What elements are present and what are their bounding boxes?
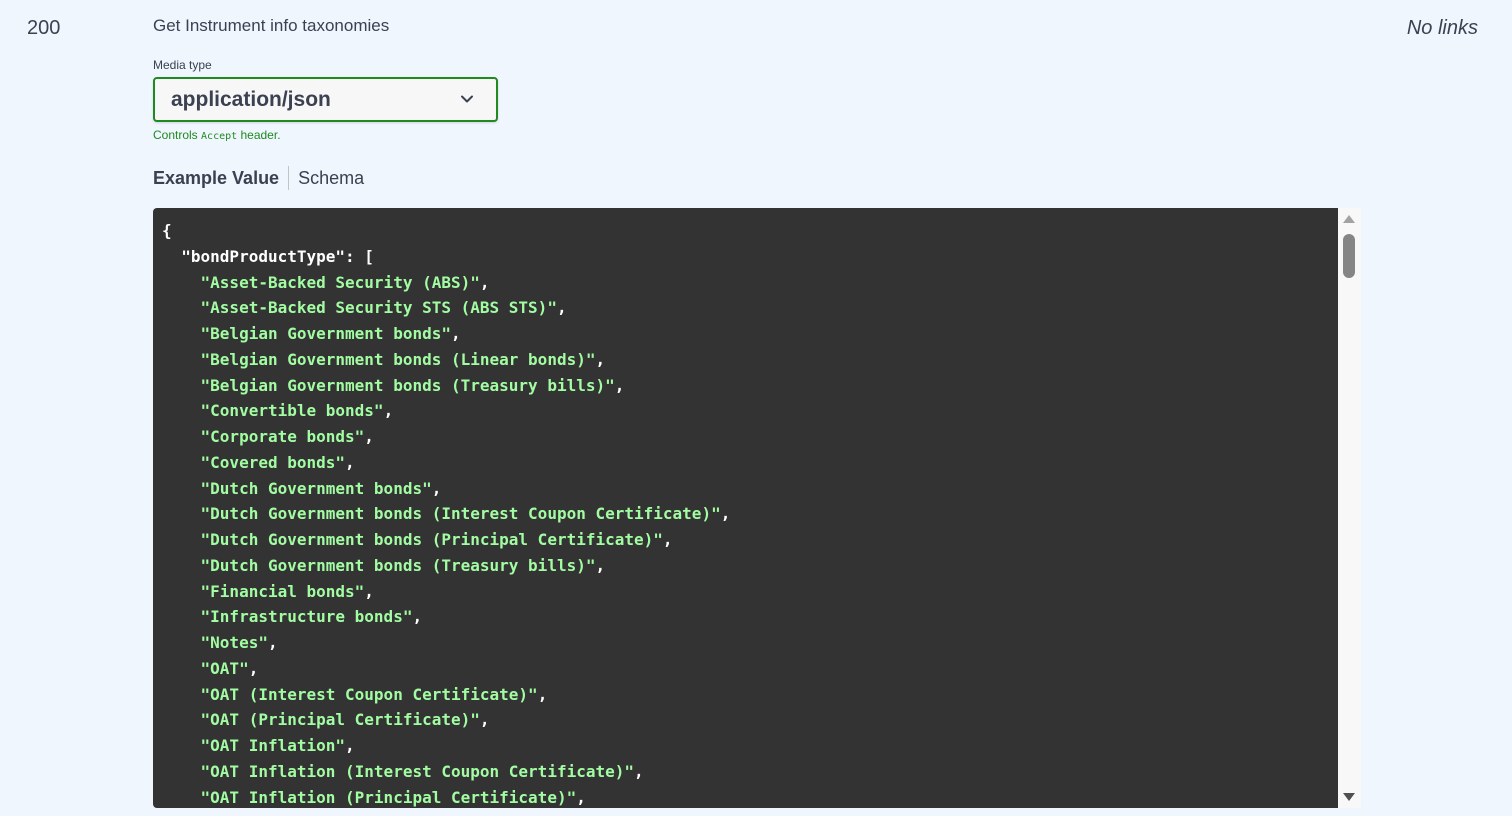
code-key-line: "bondProductType": [ — [162, 244, 1338, 270]
code-comma: , — [364, 427, 374, 446]
code-array-item: "Belgian Government bonds (Linear bonds)… — [162, 347, 1338, 373]
code-array-item: "OAT", — [162, 656, 1338, 682]
code-string-value: "Dutch Government bonds (Interest Coupon… — [200, 504, 721, 524]
code-string-value: "Dutch Government bonds (Treasury bills)… — [200, 555, 596, 575]
code-array-item: "OAT (Principal Certificate)", — [162, 707, 1338, 733]
response-links: No links — [1406, 17, 1478, 39]
code-string-value: "Asset-Backed Security (ABS)" — [200, 272, 480, 292]
code-array-item: "Belgian Government bonds", — [162, 321, 1338, 347]
code-comma: , — [383, 401, 394, 421]
code-array-item: "Dutch Government bonds (Interest Coupon… — [162, 501, 1338, 527]
code-array-item: "Asset-Backed Security (ABS)", — [162, 270, 1338, 296]
code-comma: , — [267, 633, 278, 652]
code-string-value: "Belgian Government bonds (Treasury bill… — [200, 375, 615, 395]
code-string-value: "Covered bonds" — [200, 452, 346, 472]
code-comma: , — [345, 452, 355, 472]
code-comma: , — [537, 684, 548, 704]
code-array-item: "Belgian Government bonds (Treasury bill… — [162, 373, 1338, 399]
code-comma: , — [431, 478, 442, 498]
code-string-value: "Notes" — [200, 633, 268, 652]
example-code-block[interactable]: { "bondProductType": [ "Asset-Backed Sec… — [153, 208, 1338, 808]
code-comma: , — [479, 710, 490, 730]
code-scrollbar[interactable] — [1338, 208, 1361, 808]
example-json-text: { "bondProductType": [ "Asset-Backed Sec… — [153, 208, 1338, 808]
code-comma: , — [556, 298, 567, 318]
media-type-select[interactable]: application/json — [153, 77, 498, 122]
code-array-item: "Asset-Backed Security STS (ABS STS)", — [162, 295, 1338, 321]
code-array-item: "OAT Inflation (Principal Certificate)", — [162, 785, 1338, 809]
media-type-label: Media type — [153, 58, 212, 72]
code-key-suffix: : [ — [345, 246, 374, 266]
code-array-item: "Corporate bonds", — [162, 424, 1338, 450]
scroll-down-arrow-icon[interactable] — [1343, 793, 1355, 801]
code-comma: , — [595, 555, 606, 575]
code-comma: , — [412, 607, 423, 627]
code-comma: , — [364, 581, 374, 601]
code-comma: , — [595, 349, 606, 369]
code-string-value: "Dutch Government bonds" — [200, 478, 432, 498]
scroll-up-arrow-icon[interactable] — [1343, 215, 1355, 223]
code-string-value: "OAT Inflation" — [200, 736, 346, 755]
code-string-value: "Financial bonds" — [200, 581, 365, 601]
code-array-item: "OAT Inflation (Interest Coupon Certific… — [162, 759, 1338, 785]
code-string-value: "Corporate bonds" — [200, 427, 365, 446]
code-comma: , — [479, 272, 490, 292]
media-type-value: application/json — [171, 88, 331, 111]
code-array-item: "Convertible bonds", — [162, 398, 1338, 424]
code-string-value: "Dutch Government bonds (Principal Certi… — [200, 530, 663, 549]
tab-example-value[interactable]: Example Value — [153, 168, 288, 189]
code-comma: , — [662, 530, 673, 549]
scrollbar-thumb[interactable] — [1343, 234, 1355, 278]
media-type-note: Controls Accept header. — [153, 128, 281, 142]
code-array-item: "Covered bonds", — [162, 450, 1338, 476]
response-status-code: 200 — [27, 17, 61, 39]
code-comma: , — [450, 324, 461, 343]
code-string-value: "OAT (Interest Coupon Certificate)" — [200, 684, 538, 704]
accept-header-code: Accept — [201, 131, 238, 142]
code-array-item: "OAT Inflation", — [162, 733, 1338, 759]
chevron-down-icon — [461, 95, 473, 103]
code-array-item: "Dutch Government bonds", — [162, 476, 1338, 502]
code-array-item: "Dutch Government bonds (Principal Certi… — [162, 527, 1338, 553]
code-array-item: "Financial bonds", — [162, 579, 1338, 605]
code-array-item: "Infrastructure bonds", — [162, 604, 1338, 630]
code-string-value: "Infrastructure bonds" — [200, 607, 413, 627]
code-array-item: "Dutch Government bonds (Treasury bills)… — [162, 553, 1338, 579]
code-open-brace: { — [162, 221, 172, 240]
example-tabs: Example Value Schema — [153, 165, 364, 191]
code-comma: , — [634, 761, 644, 781]
code-comma: , — [345, 736, 355, 755]
code-comma: , — [248, 658, 259, 678]
response-description: Get Instrument info taxonomies — [153, 16, 390, 35]
code-comma: , — [720, 504, 731, 524]
code-string-value: "Belgian Government bonds (Linear bonds)… — [200, 349, 596, 369]
code-string-value: "OAT Inflation (Interest Coupon Certific… — [200, 761, 635, 781]
code-array-item: "OAT (Interest Coupon Certificate)", — [162, 682, 1338, 708]
code-comma: , — [614, 375, 625, 395]
code-array-item: "Notes", — [162, 630, 1338, 656]
code-string-value: "Belgian Government bonds" — [200, 324, 451, 343]
tab-schema[interactable]: Schema — [289, 168, 364, 189]
code-string-value: "Convertible bonds" — [200, 401, 384, 421]
code-string-value: "OAT Inflation (Principal Certificate)" — [200, 787, 577, 807]
code-string-value: "OAT (Principal Certificate)" — [200, 710, 480, 730]
code-string-value: "Asset-Backed Security STS (ABS STS)" — [200, 298, 557, 318]
code-string-value: "OAT" — [200, 658, 249, 678]
code-key: "bondProductType" — [181, 246, 346, 266]
code-comma: , — [576, 787, 586, 807]
